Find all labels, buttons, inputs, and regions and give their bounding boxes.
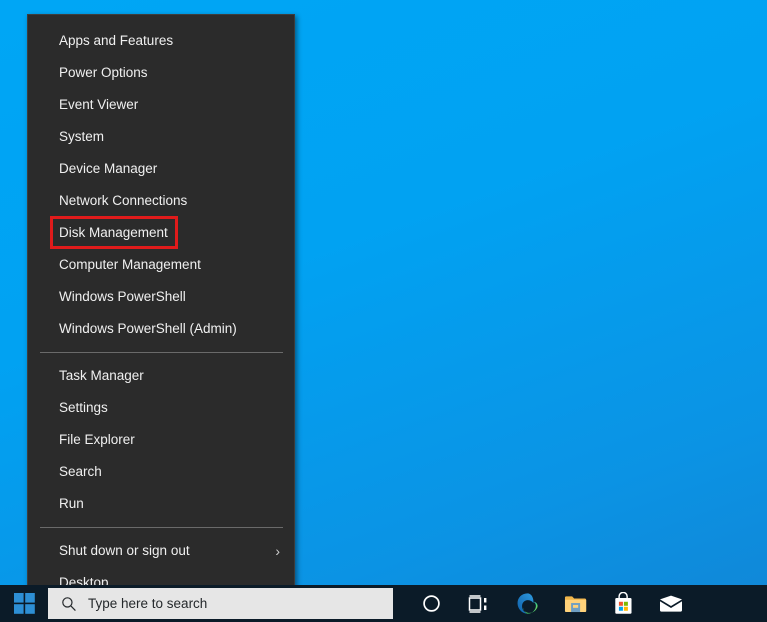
menu-item-event-viewer[interactable]: Event Viewer	[28, 89, 294, 121]
menu-item-task-manager[interactable]: Task Manager	[28, 360, 294, 392]
menu-item-system[interactable]: System	[28, 121, 294, 153]
start-button[interactable]	[0, 585, 48, 622]
menu-item-computer-management[interactable]: Computer Management	[28, 249, 294, 281]
desktop-screen: Apps and Features Power Options Event Vi…	[0, 0, 767, 622]
menu-item-file-explorer[interactable]: File Explorer	[28, 424, 294, 456]
menu-separator-1	[40, 352, 283, 353]
menu-item-disk-management[interactable]: Disk Management	[28, 217, 294, 249]
taskbar-icon-group	[407, 585, 695, 622]
menu-group-system: Apps and Features Power Options Event Vi…	[28, 25, 294, 345]
menu-item-device-manager[interactable]: Device Manager	[28, 153, 294, 185]
search-icon	[62, 596, 76, 611]
file-explorer-button[interactable]	[551, 585, 599, 622]
menu-item-apps-and-features[interactable]: Apps and Features	[28, 25, 294, 57]
menu-item-search[interactable]: Search	[28, 456, 294, 488]
edge-button[interactable]	[503, 585, 551, 622]
menu-item-windows-powershell[interactable]: Windows PowerShell	[28, 281, 294, 313]
cortana-button[interactable]	[407, 585, 455, 622]
search-placeholder-text: Type here to search	[88, 596, 208, 611]
power-user-menu[interactable]: Apps and Features Power Options Event Vi…	[27, 14, 295, 590]
mail-icon	[659, 595, 683, 612]
menu-item-windows-powershell-admin[interactable]: Windows PowerShell (Admin)	[28, 313, 294, 345]
task-view-button[interactable]	[455, 585, 503, 622]
microsoft-store-icon	[614, 592, 632, 614]
windows-logo-icon	[13, 593, 35, 614]
file-explorer-icon	[564, 595, 586, 612]
taskbar: Type here to search	[0, 585, 767, 622]
edge-icon	[517, 593, 538, 614]
menu-group-tools: Task Manager Settings File Explorer Sear…	[28, 360, 294, 520]
search-input[interactable]: Type here to search	[48, 588, 393, 619]
task-view-icon	[468, 594, 487, 613]
menu-item-settings[interactable]: Settings	[28, 392, 294, 424]
menu-item-run[interactable]: Run	[28, 488, 294, 520]
chevron-right-icon: ›	[275, 543, 280, 559]
menu-item-power-options[interactable]: Power Options	[28, 57, 294, 89]
microsoft-store-button[interactable]	[599, 585, 647, 622]
menu-item-label: Shut down or sign out	[59, 543, 190, 558]
mail-button[interactable]	[647, 585, 695, 622]
menu-item-network-connections[interactable]: Network Connections	[28, 185, 294, 217]
cortana-icon	[422, 595, 440, 612]
menu-separator-2	[40, 527, 283, 528]
menu-item-shut-down-or-sign-out[interactable]: Shut down or sign out ›	[28, 535, 294, 567]
